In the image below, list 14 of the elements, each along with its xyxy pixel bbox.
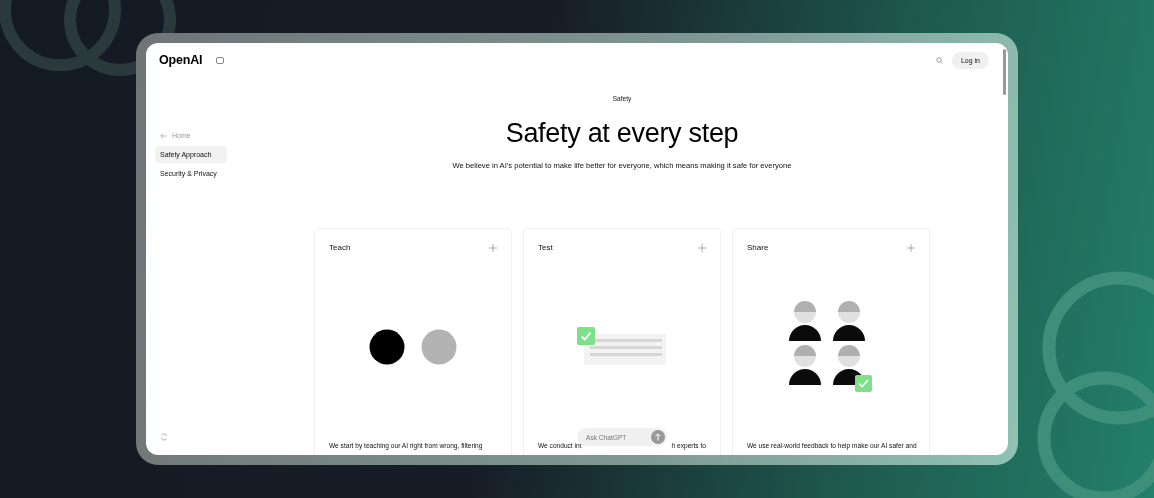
search-icon[interactable]	[935, 56, 943, 64]
back-arrow-icon[interactable]	[160, 132, 167, 139]
logo[interactable]: OpenAI	[159, 53, 203, 67]
card-title: Teach	[329, 243, 351, 252]
card-title: Share	[747, 243, 769, 252]
scrollbar[interactable]	[1003, 49, 1006, 95]
card-title: Test	[538, 243, 553, 252]
sidebar-toggle-icon[interactable]	[216, 56, 225, 64]
page-title: Safety at every step	[505, 118, 739, 149]
send-button-icon[interactable]	[651, 430, 665, 444]
plus-icon[interactable]	[698, 243, 706, 252]
refresh-icon[interactable]	[160, 433, 168, 441]
plus-icon[interactable]	[489, 243, 497, 252]
plus-icon[interactable]	[907, 243, 915, 252]
